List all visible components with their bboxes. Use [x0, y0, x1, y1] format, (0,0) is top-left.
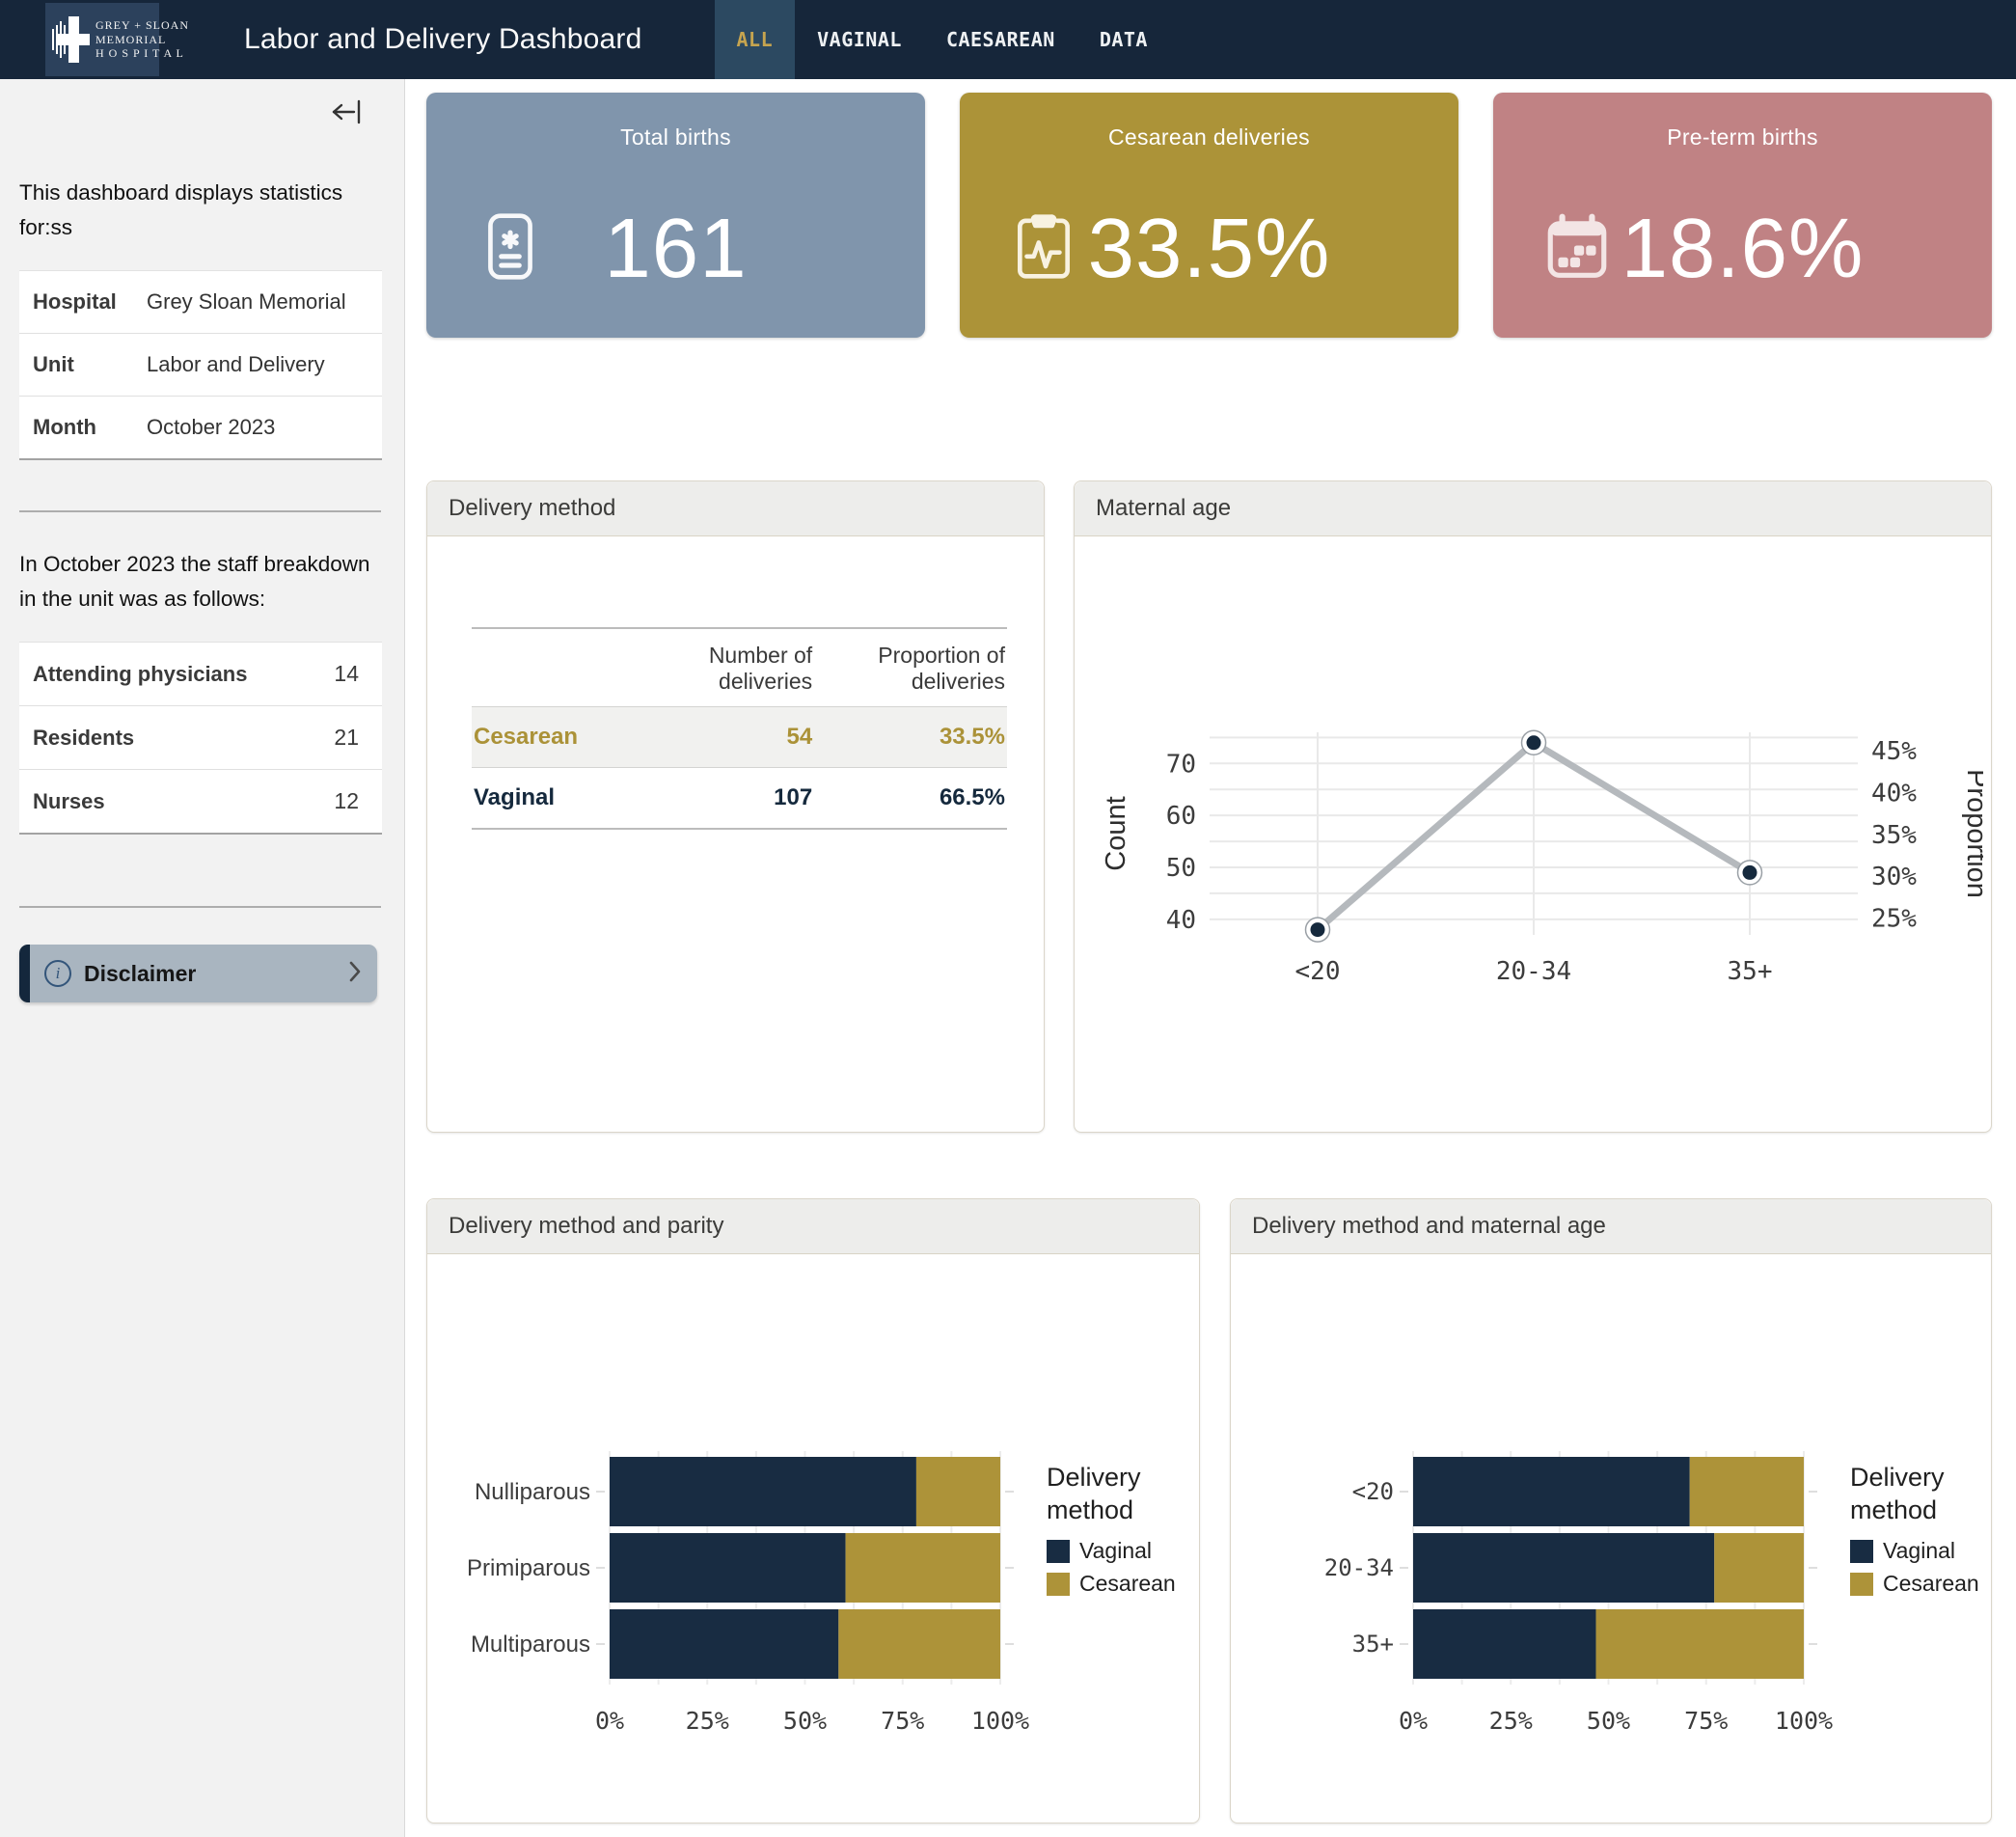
maternal-age-chart: 40 50 60 70 25% 30% 35% 40% 45% <20 20-34 35+ Count P… — [1075, 721, 1991, 1025]
page-title: Labor and Delivery Dashboard — [244, 23, 642, 56]
svg-text:Nulliparous: Nulliparous — [475, 1479, 590, 1505]
svg-text:Multiparous: Multiparous — [471, 1631, 590, 1658]
sidebar: This dashboard displays statistics for:s… — [0, 79, 405, 1837]
svg-text:Delivery: Delivery — [1850, 1463, 1945, 1492]
info-icon: i — [44, 960, 71, 987]
svg-text:75%: 75% — [881, 1707, 924, 1735]
hospital-cross-icon — [52, 12, 91, 68]
svg-text:<20: <20 — [1295, 957, 1341, 986]
svg-text:0%: 0% — [595, 1707, 624, 1735]
svg-text:45%: 45% — [1871, 737, 1917, 766]
svg-text:20-34: 20-34 — [1496, 957, 1571, 986]
svg-text:50%: 50% — [1587, 1707, 1630, 1735]
cesarean-rate-value: 33.5% — [1088, 201, 1331, 297]
table-row: Residents 21 — [19, 706, 382, 770]
svg-text:Vaginal: Vaginal — [1079, 1538, 1152, 1563]
card-title: Maternal age — [1075, 481, 1991, 536]
column-header: Proportion of deliveries — [814, 628, 1007, 707]
svg-text:25%: 25% — [686, 1707, 729, 1735]
svg-text:70: 70 — [1166, 750, 1196, 779]
svg-text:Delivery: Delivery — [1047, 1463, 1141, 1492]
svg-text:Count: Count — [1101, 796, 1131, 870]
svg-text:Cesarean: Cesarean — [1883, 1571, 1979, 1596]
table-row: Vaginal 107 66.5% — [472, 768, 1007, 830]
navbar: GREY + SLOAN MEMORIAL H O S P I T A L La… — [0, 0, 2016, 79]
svg-text:Primiparous: Primiparous — [467, 1555, 590, 1581]
svg-text:40: 40 — [1166, 906, 1196, 935]
svg-text:Cesarean: Cesarean — [1079, 1571, 1176, 1596]
hospital-logo: GREY + SLOAN MEMORIAL H O S P I T A L — [45, 3, 159, 76]
svg-text:50%: 50% — [783, 1707, 827, 1735]
tab-data[interactable]: DATA — [1077, 0, 1170, 79]
card-delivery-parity: Delivery method and parity Nulliparous Pr… — [426, 1198, 1200, 1823]
unit-info-table: Hospital Grey Sloan Memorial Unit Labor … — [19, 270, 382, 460]
card-delivery-maternal-age: Delivery method and maternal age <20 20-3… — [1230, 1198, 1992, 1823]
svg-text:75%: 75% — [1684, 1707, 1728, 1735]
staff-table: Attending physicians 14 Residents 21 Nur… — [19, 642, 382, 835]
svg-text:0%: 0% — [1399, 1707, 1428, 1735]
svg-text:Vaginal: Vaginal — [1883, 1538, 1955, 1563]
svg-text:35+: 35+ — [1352, 1631, 1394, 1658]
sidebar-divider — [19, 510, 381, 512]
svg-text:100%: 100% — [971, 1707, 1029, 1735]
table-row: Month October 2023 — [19, 397, 382, 460]
clipboard-pulse-icon — [1008, 211, 1079, 288]
svg-text:25%: 25% — [1871, 905, 1917, 934]
value-box-preterm: Pre-term births — [1493, 93, 1992, 338]
svg-text:40%: 40% — [1871, 779, 1917, 808]
svg-text:50: 50 — [1166, 854, 1196, 883]
sidebar-intro-text: This dashboard displays statistics for:s… — [19, 79, 379, 245]
card-title: Delivery method and parity — [427, 1199, 1199, 1254]
column-header: Number of deliveries — [638, 628, 814, 707]
hospital-logo-text: GREY + SLOAN MEMORIAL H O S P I T A L — [95, 18, 189, 61]
calendar-week-icon — [1541, 211, 1613, 288]
svg-text:25%: 25% — [1489, 1707, 1533, 1735]
svg-text:35%: 35% — [1871, 821, 1917, 850]
svg-text:35+: 35+ — [1728, 957, 1773, 986]
value-box-row: Total births 161 — [426, 93, 1992, 338]
tab-vaginal[interactable]: VAGINAL — [795, 0, 924, 79]
preterm-rate-value: 18.6% — [1621, 201, 1865, 297]
disclaimer-button[interactable]: i Disclaimer — [19, 945, 377, 1002]
value-box-total-births: Total births 161 — [426, 93, 925, 338]
main-content: Total births 161 — [406, 79, 2016, 1837]
table-row: Attending physicians 14 — [19, 643, 382, 706]
svg-text:method: method — [1850, 1495, 1937, 1524]
staff-intro-text: In October 2023 the staff breakdown in t… — [19, 547, 379, 617]
value-box-cesarean: Cesarean deliveries 33.5% — [960, 93, 1458, 338]
table-row: Nurses 12 — [19, 770, 382, 835]
svg-text:method: method — [1047, 1495, 1133, 1524]
sidebar-divider — [19, 906, 381, 908]
file-medical-icon — [475, 211, 546, 288]
svg-text:<20: <20 — [1352, 1478, 1394, 1505]
svg-text:20-34: 20-34 — [1324, 1554, 1394, 1581]
nav-tabs: ALL VAGINAL CAESAREAN DATA — [715, 0, 1170, 79]
svg-text:60: 60 — [1166, 802, 1196, 831]
svg-text:Proportion: Proportion — [1961, 769, 1983, 898]
delivery-method-table: Number of deliveries Proportion of deliv… — [472, 627, 1007, 830]
svg-text:100%: 100% — [1775, 1707, 1833, 1735]
card-delivery-method: Delivery method Number of deliveries Pro… — [426, 480, 1045, 1133]
total-births-value: 161 — [604, 201, 747, 297]
tab-all[interactable]: ALL — [715, 0, 796, 79]
table-row: Cesarean 54 33.5% — [472, 707, 1007, 768]
sidebar-collapse-icon[interactable] — [331, 98, 362, 130]
card-maternal-age: Maternal age 40 50 60 70 25% 30% 35% 40% 45% <20 2… — [1074, 480, 1992, 1133]
age-method-chart: <20 20-34 35+ 0% 25% 50% 75% 100% Delivery method… — [1231, 1447, 1991, 1761]
card-title: Delivery method and maternal age — [1231, 1199, 1991, 1254]
table-row: Unit Labor and Delivery — [19, 334, 382, 397]
parity-chart: Nulliparous Primiparous Multiparous 0% 25% 50… — [427, 1447, 1199, 1761]
tab-caesarean[interactable]: CAESAREAN — [924, 0, 1077, 79]
chevron-right-icon — [348, 960, 362, 988]
card-title: Delivery method — [427, 481, 1044, 536]
svg-text:30%: 30% — [1871, 863, 1917, 891]
table-row: Hospital Grey Sloan Memorial — [19, 271, 382, 334]
